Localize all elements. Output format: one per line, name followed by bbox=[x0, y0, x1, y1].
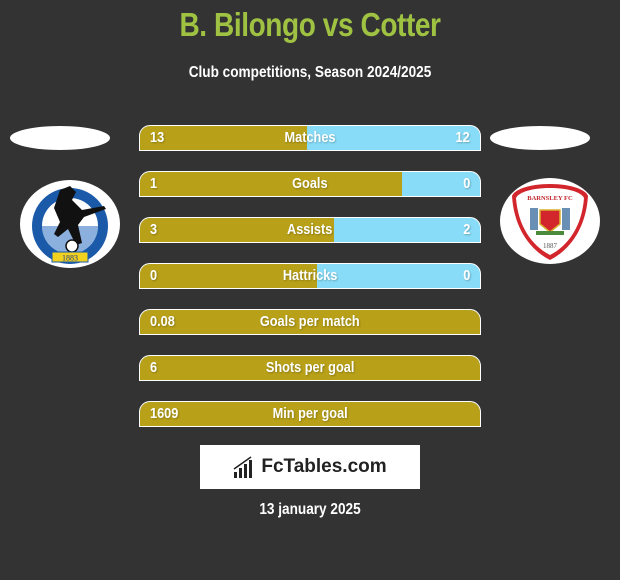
page-title: B. Bilongo vs Cotter bbox=[179, 6, 441, 43]
stat-label: Min per goal bbox=[140, 402, 480, 426]
stat-label: Hattricks bbox=[140, 264, 480, 288]
stat-label: Matches bbox=[140, 126, 480, 150]
stat-label-text: Min per goal bbox=[272, 405, 348, 422]
stat-label: Goals per match bbox=[140, 310, 480, 334]
left-player-oval bbox=[10, 126, 110, 150]
right-value-text: 0 bbox=[462, 267, 470, 284]
right-value: 0 bbox=[462, 172, 470, 196]
stat-label-text: Hattricks bbox=[282, 267, 338, 284]
date-label: 13 january 2025 bbox=[259, 501, 361, 518]
svg-text:1883: 1883 bbox=[62, 254, 78, 263]
stat-bar-goals: 1 Goals 0 bbox=[139, 171, 481, 197]
stat-bar-goals-per-match: 0.08 Goals per match bbox=[139, 309, 481, 335]
right-value: 12 bbox=[453, 126, 470, 150]
right-value-text: 0 bbox=[462, 175, 470, 192]
stat-label: Shots per goal bbox=[140, 356, 480, 380]
brand-text: FcTables.com bbox=[261, 456, 387, 477]
svg-text:1887: 1887 bbox=[543, 242, 558, 250]
right-value-text: 12 bbox=[455, 129, 470, 146]
stat-label-text: Goals bbox=[292, 175, 328, 192]
stat-bar-assists: 3 Assists 2 bbox=[139, 217, 481, 243]
stat-label: Assists bbox=[140, 218, 480, 242]
bar-chart-icon bbox=[233, 456, 253, 478]
right-value: 0 bbox=[462, 264, 470, 288]
bristol-rovers-crest-icon: 1883 bbox=[32, 186, 108, 264]
stat-label: Goals bbox=[140, 172, 480, 196]
right-value: 2 bbox=[462, 218, 470, 242]
fctables-brand[interactable]: FcTables.com bbox=[200, 445, 420, 489]
right-value-text: 2 bbox=[462, 221, 470, 238]
bristol-rovers-logo[interactable]: 1883 bbox=[20, 180, 120, 268]
stat-bar-min-per-goal: 1609 Min per goal bbox=[139, 401, 481, 427]
stat-bar-hattricks: 0 Hattricks 0 bbox=[139, 263, 481, 289]
svg-text:BARNSLEY FC: BARNSLEY FC bbox=[527, 195, 573, 202]
stat-bar-shots-per-goal: 6 Shots per goal bbox=[139, 355, 481, 381]
stat-bar-matches: 13 Matches 12 bbox=[139, 125, 481, 151]
stat-label-text: Assists bbox=[287, 221, 333, 238]
stat-label-text: Shots per goal bbox=[265, 359, 355, 376]
page-subtitle: Club competitions, Season 2024/2025 bbox=[188, 64, 432, 81]
stat-label-text: Goals per match bbox=[260, 313, 360, 330]
barnsley-crest-icon: BARNSLEY FC 1887 bbox=[512, 184, 588, 260]
stat-label-text: Matches bbox=[284, 129, 336, 146]
right-player-oval bbox=[490, 126, 590, 150]
barnsley-logo[interactable]: BARNSLEY FC 1887 bbox=[500, 178, 600, 264]
